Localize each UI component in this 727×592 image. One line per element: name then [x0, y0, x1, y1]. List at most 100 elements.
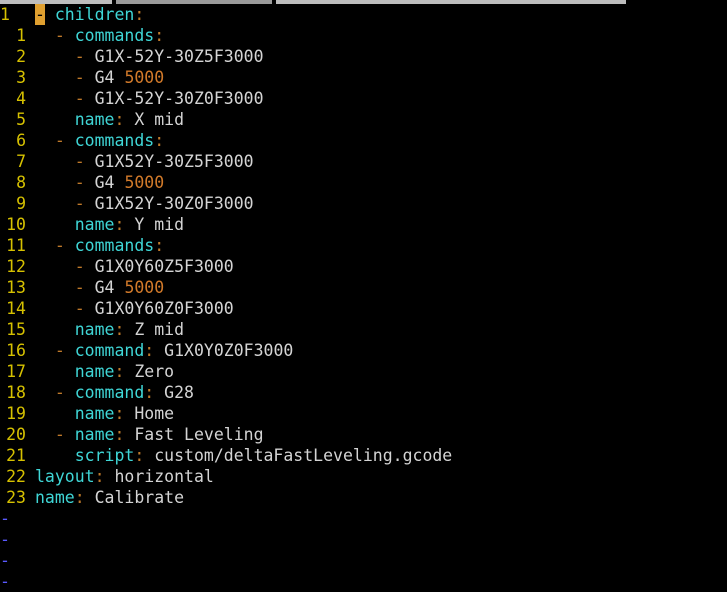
yaml-punctuation: :	[114, 215, 125, 234]
line-content[interactable]: script: custom/deltaFastLeveling.gcode	[35, 445, 453, 466]
line-content[interactable]: name: Z mid	[35, 319, 184, 340]
yaml-key: commands	[74, 26, 155, 45]
editor-line[interactable]: 4 - G1X-52Y-30Z0F3000	[0, 88, 727, 109]
yaml-key: children	[54, 5, 135, 24]
editor-line[interactable]: 22 layout: horizontal	[0, 466, 727, 487]
editor-line[interactable]: 15 name: Z mid	[0, 319, 727, 340]
text-cursor: -	[35, 4, 45, 25]
line-content[interactable]: name: Calibrate	[35, 487, 184, 508]
line-content[interactable]: name: Home	[35, 403, 174, 424]
editor-line[interactable]: 10 name: Y mid	[0, 214, 727, 235]
editor-line[interactable]: 5 name: X mid	[0, 109, 727, 130]
line-content[interactable]: layout: horizontal	[35, 466, 214, 487]
editor-line[interactable]: 16 - command: G1X0Y0Z0F3000	[0, 340, 727, 361]
line-content[interactable]: - commands:	[35, 25, 164, 46]
yaml-value: G1X-52Y-30Z0F3000	[94, 89, 264, 108]
line-content[interactable]: - G1X-52Y-30Z0F3000	[35, 88, 264, 109]
yaml-value: G1X0Y60Z0F3000	[94, 299, 234, 318]
yaml-value: custom/deltaFastLeveling.gcode	[144, 446, 453, 465]
text-editor[interactable]: 1- children: 1 - commands: 2 - G1X-52Y-30Z…	[0, 4, 727, 592]
line-content[interactable]: - G4 5000	[35, 67, 164, 88]
line-content[interactable]: - commands:	[35, 130, 164, 151]
line-content[interactable]: name: Y mid	[35, 214, 184, 235]
editor-line[interactable]: 7 - G1X52Y-30Z5F3000	[0, 151, 727, 172]
yaml-value: G4	[94, 278, 125, 297]
line-content[interactable]: - G4 5000	[35, 172, 164, 193]
editor-line[interactable]: 9 - G1X52Y-30Z0F3000	[0, 193, 727, 214]
yaml-punctuation: -	[54, 131, 75, 150]
line-number: 18	[6, 383, 26, 402]
yaml-punctuation: -	[54, 26, 75, 45]
line-content[interactable]: - name: Fast Leveling	[35, 424, 264, 445]
editor-line[interactable]: 3 - G4 5000	[0, 67, 727, 88]
yaml-value: G1X-52Y-30Z5F3000	[94, 47, 264, 66]
yaml-key: name	[74, 215, 115, 234]
yaml-punctuation: -	[74, 194, 95, 213]
line-content[interactable]: - command: G1X0Y0Z0F3000	[35, 340, 293, 361]
editor-line[interactable]: 6 - commands:	[0, 130, 727, 151]
line-number: 22	[6, 467, 26, 486]
line-content[interactable]: - G1X52Y-30Z0F3000	[35, 193, 254, 214]
line-content[interactable]: - G1X0Y60Z0F3000	[35, 298, 234, 319]
editor-line[interactable]: 23 name: Calibrate	[0, 487, 727, 508]
editor-line[interactable]: 11 - commands:	[0, 235, 727, 256]
editor-line[interactable]: 2 - G1X-52Y-30Z5F3000	[0, 46, 727, 67]
yaml-punctuation: :	[114, 404, 125, 423]
yaml-value: G28	[154, 383, 194, 402]
line-number: 17	[6, 362, 26, 381]
yaml-punctuation: :	[154, 131, 165, 150]
yaml-value: G1X52Y-30Z5F3000	[94, 152, 254, 171]
editor-line[interactable]: 17 name: Zero	[0, 361, 727, 382]
yaml-value: Home	[124, 404, 175, 423]
editor-line[interactable]: 8 - G4 5000	[0, 172, 727, 193]
line-number: 3	[16, 68, 26, 87]
line-content[interactable]: name: X mid	[35, 109, 184, 130]
yaml-punctuation: -	[74, 299, 95, 318]
yaml-value: G1X52Y-30Z0F3000	[94, 194, 254, 213]
yaml-punctuation: -	[54, 425, 75, 444]
yaml-punctuation: -	[74, 173, 95, 192]
yaml-punctuation: -	[74, 152, 95, 171]
line-number: 14	[6, 299, 26, 318]
editor-line[interactable]: 18 - command: G28	[0, 382, 727, 403]
line-content[interactable]: - G4 5000	[35, 277, 164, 298]
line-content[interactable]: - G1X52Y-30Z5F3000	[35, 151, 254, 172]
yaml-punctuation: :	[114, 362, 125, 381]
line-content[interactable]: - G1X-52Y-30Z5F3000	[35, 46, 264, 67]
yaml-punctuation: :	[114, 320, 125, 339]
editor-line[interactable]: 19 name: Home	[0, 403, 727, 424]
editor-line[interactable]: 1 - commands:	[0, 25, 727, 46]
yaml-key: name	[35, 488, 75, 507]
line-content[interactable]: - commands:	[35, 235, 164, 256]
yaml-punctuation: -	[74, 89, 95, 108]
line-number: 13	[6, 278, 26, 297]
editor-line[interactable]: 21 script: custom/deltaFastLeveling.gcod…	[0, 445, 727, 466]
line-number: 8	[16, 173, 26, 192]
line-content[interactable]: - command: G28	[35, 382, 194, 403]
line-content[interactable]: - G1X0Y60Z5F3000	[35, 256, 234, 277]
line-content[interactable]: - children:	[35, 4, 144, 25]
yaml-punctuation: :	[114, 110, 125, 129]
line-content[interactable]: name: Zero	[35, 361, 174, 382]
editor-line[interactable]: 13 - G4 5000	[0, 277, 727, 298]
editor-line[interactable]: 20 - name: Fast Leveling	[0, 424, 727, 445]
line-number: 9	[16, 194, 26, 213]
yaml-value: G4	[94, 68, 125, 87]
yaml-value: Z mid	[124, 320, 185, 339]
editor-line[interactable]: 14 - G1X0Y60Z0F3000	[0, 298, 727, 319]
line-number: 7	[16, 152, 26, 171]
editor-line[interactable]: 1 - children:	[0, 4, 727, 25]
yaml-key: name	[74, 320, 115, 339]
editor-line[interactable]: 12 - G1X0Y60Z5F3000	[0, 256, 727, 277]
